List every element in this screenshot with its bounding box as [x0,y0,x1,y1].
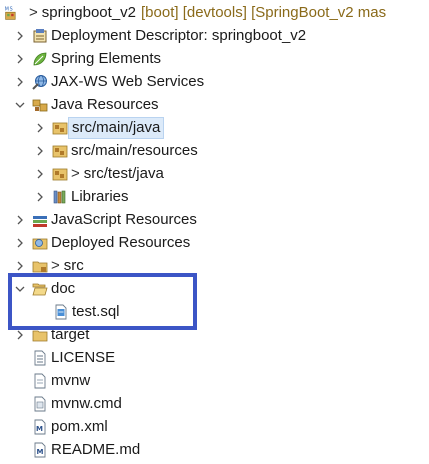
item-label: mvnw [51,372,91,389]
project-name: springboot_v2 [41,4,136,21]
deployed-resources-icon [32,235,48,251]
item-label: JavaScript Resources [51,211,197,228]
item-label: mvnw.cmd [51,395,122,412]
tree-row-readme[interactable]: M README.md [0,438,429,461]
chevron-right-icon[interactable] [14,53,26,65]
svg-text:M: M [5,6,9,12]
item-label: src [63,257,84,274]
libraries-icon [52,189,68,205]
spring-leaf-icon [32,51,48,67]
item-label: target [51,326,90,343]
tree-row-javascript-resources[interactable]: JavaScript Resources [0,208,429,231]
java-resources-icon [32,97,48,113]
tree-row-mvnw-cmd[interactable]: mvnw.cmd [0,392,429,415]
project-explorer-tree: M S > springboot_v2 [boot] [devtools] [S… [0,0,429,464]
item-label: doc [51,280,76,297]
tree-row-jaxws[interactable]: JAX-WS Web Services [0,70,429,93]
web-services-icon [32,74,48,90]
chevron-right-icon[interactable] [34,145,46,157]
dirty-marker: > [29,4,38,21]
chevron-down-icon[interactable] [14,283,26,295]
item-label: Deployment Descriptor: springboot_v2 [51,27,307,44]
source-folder-icon [52,166,68,182]
chevron-right-icon[interactable] [14,76,26,88]
dirty-marker: > [51,257,60,274]
tree-row-mvnw[interactable]: mvnw [0,369,429,392]
tree-row-doc[interactable]: doc [0,277,429,300]
chevron-right-icon[interactable] [14,237,26,249]
item-label: LICENSE [51,349,116,366]
tree-row-src-test-java[interactable]: > src/test/java [0,162,429,185]
item-label: README.md [51,441,141,458]
folder-icon [32,258,48,274]
source-folder-icon [52,143,68,159]
javascript-resources-icon [32,212,48,228]
dirty-marker: > [71,165,80,182]
tree-row-deployment-descriptor[interactable]: Deployment Descriptor: springboot_v2 [0,24,429,47]
tree-row-target[interactable]: target [0,323,429,346]
item-label: src/main/resources [71,142,198,159]
deployment-descriptor-icon [32,28,48,44]
chevron-right-icon[interactable] [34,122,46,134]
svg-text:S: S [10,6,13,12]
chevron-right-icon[interactable] [14,329,26,341]
tree-row-src-main-java[interactable]: src/main/java [0,116,429,139]
item-label: src/main/java [68,116,165,139]
chevron-right-icon[interactable] [14,30,26,42]
tree-row-java-resources[interactable]: Java Resources [0,93,429,116]
maven-pom-icon: M [32,419,48,435]
markdown-file-icon: M [32,442,48,458]
item-label: pom.xml [51,418,108,435]
tree-row-libraries[interactable]: Libraries [0,185,429,208]
item-label: Libraries [71,188,129,205]
sql-file-icon [53,304,69,320]
chevron-right-icon[interactable] [14,260,26,272]
tree-row-license[interactable]: LICENSE [0,346,429,369]
svg-text:M: M [36,425,43,433]
chevron-right-icon[interactable] [34,191,46,203]
item-label: Deployed Resources [51,234,191,251]
item-label: JAX-WS Web Services [51,73,205,90]
item-label: Spring Elements [51,50,162,67]
svg-text:M: M [37,448,44,456]
open-folder-icon [32,281,48,297]
source-folder-icon [52,120,68,136]
item-label: src/test/java [83,165,164,182]
tree-row-deployed-resources[interactable]: Deployed Resources [0,231,429,254]
chevron-right-icon[interactable] [34,168,46,180]
tree-row-pom-xml[interactable]: M pom.xml [0,415,429,438]
chevron-right-icon[interactable] [14,214,26,226]
tree-row-src[interactable]: > src [0,254,429,277]
folder-icon [32,327,48,343]
item-label: Java Resources [51,96,159,113]
tree-row-src-main-resources[interactable]: src/main/resources [0,139,429,162]
cmd-file-icon [32,396,48,412]
tree-row-spring-elements[interactable]: Spring Elements [0,47,429,70]
project-decoration: [boot] [devtools] [SpringBoot_v2 mas [141,4,387,21]
maven-spring-project-icon: M S [4,5,20,21]
file-icon [32,373,48,389]
text-file-icon [32,350,48,366]
tree-row-test-sql[interactable]: test.sql [0,300,429,323]
tree-row-project[interactable]: M S > springboot_v2 [boot] [devtools] [S… [0,1,429,24]
chevron-down-icon[interactable] [14,99,26,111]
item-label: test.sql [72,303,120,320]
